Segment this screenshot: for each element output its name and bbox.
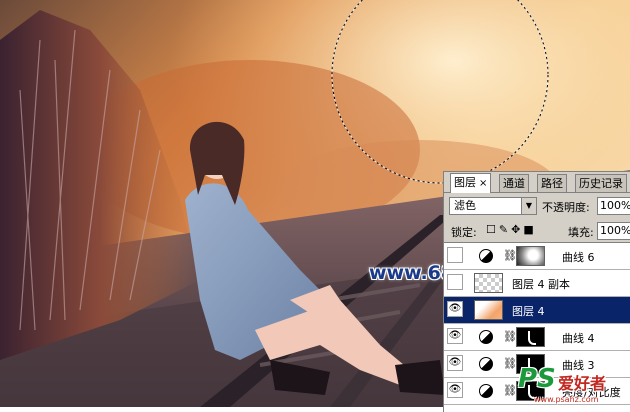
tab-layers-label: 图层 (454, 176, 476, 189)
site-logo: PS 爱好者 www.psahz.com (518, 364, 630, 407)
eye-icon[interactable]: 👁 (447, 328, 463, 344)
layer-row-layer-4-copy[interactable]: 图层 4 副本 (444, 270, 630, 297)
lock-transparent-icon[interactable]: ☐ (486, 223, 499, 236)
layer-row-curves-4[interactable]: 👁 ⛓ 曲线 4 (444, 324, 630, 351)
lock-icons: ☐✎✥■ (486, 223, 537, 236)
lock-all-icon[interactable]: ■ (523, 223, 536, 236)
layer-thumbnail[interactable] (474, 300, 503, 320)
tab-history[interactable]: 历史记录 (575, 174, 627, 192)
logo-text: 爱好者 (558, 374, 607, 393)
tab-history-label: 历史记录 (579, 177, 623, 190)
lock-image-icon[interactable]: ✎ (499, 223, 511, 236)
blend-mode-value: 滤色 (454, 199, 476, 212)
blend-row: 滤色 ▼ 不透明度: 100% (444, 194, 630, 218)
tab-channels[interactable]: 通道 (499, 174, 529, 192)
lock-position-icon[interactable]: ✥ (511, 223, 523, 236)
opacity-label: 不透明度: (542, 201, 590, 214)
lock-label: 锁定: (451, 226, 477, 239)
tab-paths-label: 路径 (541, 177, 563, 190)
chevron-down-icon[interactable]: ▼ (521, 198, 536, 214)
tab-channels-label: 通道 (503, 177, 525, 190)
link-icon: ⛓ (503, 249, 517, 262)
logo-mark: PS (518, 364, 556, 394)
layer-mask-thumbnail[interactable] (516, 327, 545, 347)
layer-row-curves-6[interactable]: ⛓ 曲线 6 (444, 243, 630, 270)
layer-name: 图层 4 (512, 305, 545, 318)
link-icon: ⛓ (503, 330, 517, 343)
layer-name: 图层 4 副本 (512, 278, 570, 291)
tab-paths[interactable]: 路径 (537, 174, 567, 192)
lock-row: 锁定: ☐✎✥■ 填充: 100% (444, 220, 630, 243)
opacity-input[interactable]: 100% (597, 197, 630, 215)
eye-icon[interactable]: 👁 (447, 382, 463, 398)
adjustment-layer-icon (479, 357, 493, 371)
layer-name: 曲线 6 (562, 251, 595, 264)
adjustment-layer-icon (479, 384, 493, 398)
eye-icon[interactable]: 👁 (447, 355, 463, 371)
adjustment-layer-icon (479, 249, 493, 263)
link-icon: ⛓ (503, 384, 517, 397)
fill-label: 填充: (568, 226, 594, 239)
layer-thumbnail[interactable] (474, 273, 503, 293)
eye-icon[interactable]: 👁 (447, 301, 463, 317)
tab-layers[interactable]: 图层 × (450, 173, 492, 193)
visibility-toggle[interactable] (447, 247, 463, 263)
logo-url: www.psahz.com (534, 395, 599, 404)
panel-tabs: 图层 × 通道 路径 历史记录 (444, 172, 630, 193)
link-icon: ⛓ (503, 357, 517, 370)
visibility-toggle[interactable] (447, 274, 463, 290)
blend-mode-select[interactable]: 滤色 ▼ (449, 197, 537, 215)
layer-name: 曲线 4 (562, 332, 595, 345)
layer-row-layer-4[interactable]: 👁 图层 4 (444, 297, 630, 324)
adjustment-layer-icon (479, 330, 493, 344)
fill-input[interactable]: 100% (597, 222, 630, 240)
close-icon[interactable]: × (479, 178, 487, 189)
layer-mask-thumbnail[interactable] (516, 246, 545, 266)
